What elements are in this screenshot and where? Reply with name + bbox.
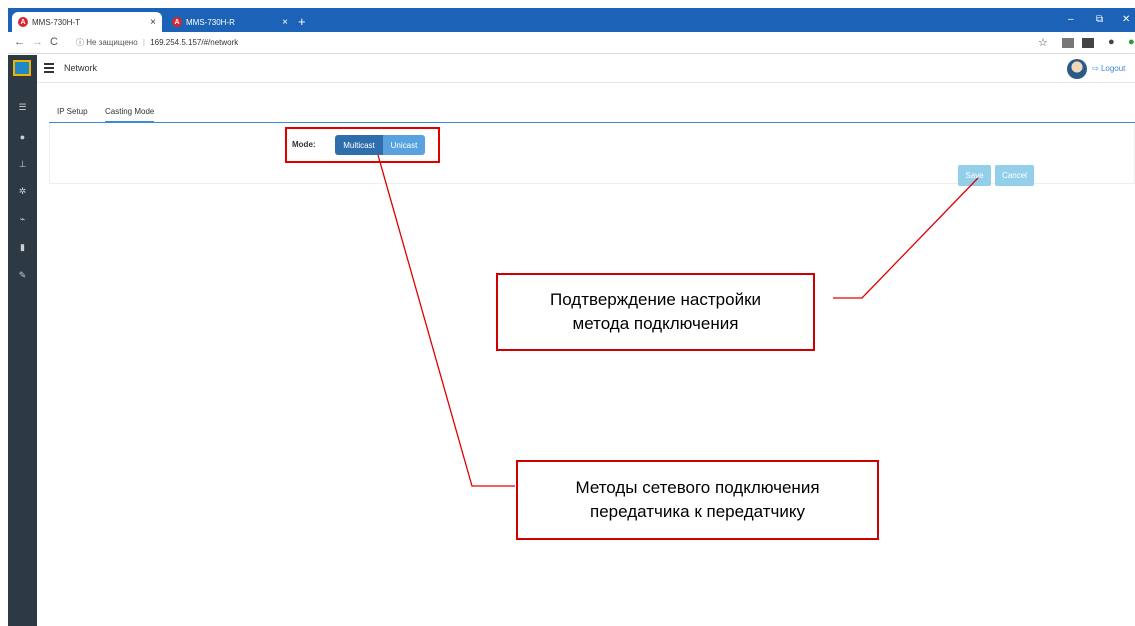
save-callout-line1: Подтверждение настройки [549, 290, 762, 309]
mode-callout-leader [377, 154, 515, 487]
save-callout-leader [833, 177, 979, 299]
save-callout-line2: метода подключения [572, 314, 739, 333]
mode-callout-line1: Методы сетевого подключения [575, 478, 820, 497]
save-callout: Подтверждение настройки метода подключен… [496, 273, 815, 351]
mode-callout-line2: передатчика к передатчику [590, 502, 805, 521]
mode-callout: Методы сетевого подключения передатчика … [516, 460, 879, 540]
